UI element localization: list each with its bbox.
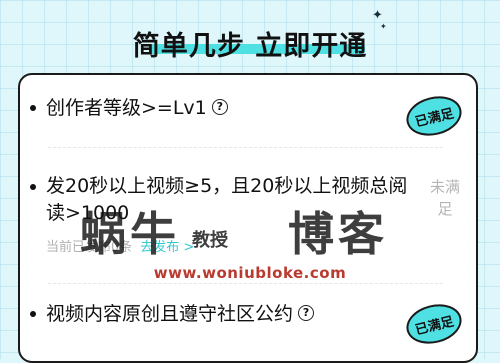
- bullet: [30, 105, 36, 111]
- bullet: [30, 311, 36, 317]
- sparkle-icon: ✦: [372, 8, 383, 23]
- question-circle-icon[interactable]: ?: [211, 99, 228, 115]
- status-badge: 已满足: [402, 90, 466, 142]
- requirements-card: 创作者等级>=Lv1? 已满足 发20秒以上视频≥5，且20秒以上视频总阅 读>…: [18, 73, 478, 363]
- progress-hint-text: 当前已发布0条: [46, 240, 133, 255]
- status-text-line1: 未满: [429, 178, 460, 196]
- requirement-originality: 视频内容原创且遵守社区公约? 已满足: [20, 295, 476, 350]
- bullet: [30, 184, 36, 190]
- progress-hint: 当前已发布0条 去发布 >: [46, 236, 194, 255]
- page-title: 简单几步 立即开通: [132, 31, 368, 62]
- requirement-video-count: 发20秒以上视频≥5，且20秒以上视频总阅 读>1000 未满 足 当前已发布0…: [20, 165, 476, 261]
- requirement-label-text: 创作者等级>=Lv1: [46, 97, 207, 119]
- divider: [48, 147, 443, 148]
- question-circle-icon[interactable]: ?: [298, 305, 315, 321]
- status-not-met: 未满 足: [428, 176, 462, 220]
- status-text-line2: 足: [437, 200, 453, 218]
- requirement-label-line2: 读>1000: [46, 202, 130, 224]
- sparkle-small-icon: ✦: [380, 22, 387, 31]
- requirement-label: 创作者等级>=Lv1?: [46, 92, 228, 124]
- divider: [48, 283, 443, 284]
- go-publish-link[interactable]: 去发布 >: [140, 240, 194, 255]
- status-badge: 已满足: [402, 298, 466, 350]
- requirement-creator-level: 创作者等级>=Lv1? 已满足: [20, 89, 476, 142]
- requirement-label: 视频内容原创且遵守社区公约?: [46, 298, 315, 330]
- requirement-label-text: 视频内容原创且遵守社区公约: [46, 303, 294, 325]
